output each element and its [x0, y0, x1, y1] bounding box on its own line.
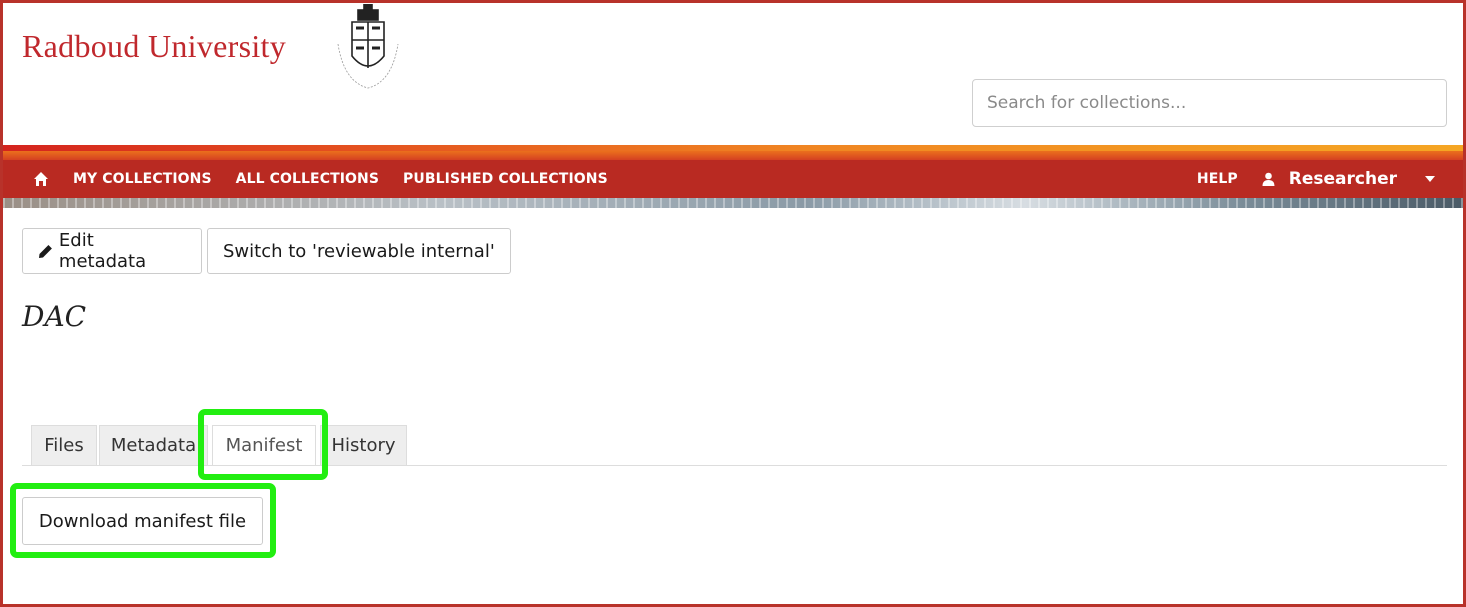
user-icon [1262, 172, 1275, 186]
nav-help[interactable]: HELP [1197, 171, 1238, 187]
tab-history[interactable]: History [320, 425, 407, 465]
header-accent-band [3, 145, 1463, 161]
chevron-down-icon[interactable] [1425, 176, 1435, 182]
nav-my-collections[interactable]: MY COLLECTIONS [73, 171, 212, 187]
university-logo-text[interactable]: Radboud University [22, 28, 286, 65]
tab-metadata[interactable]: Metadata [99, 425, 208, 465]
tab-manifest[interactable]: Manifest [212, 425, 316, 465]
tab-files[interactable]: Files [31, 425, 97, 465]
user-menu-toggle[interactable]: Researcher [1289, 169, 1397, 189]
switch-status-label: Switch to 'reviewable internal' [223, 240, 495, 262]
nav-right-group: HELP Researcher [1173, 160, 1463, 198]
university-seal-icon [337, 4, 399, 89]
nav-published-collections[interactable]: PUBLISHED COLLECTIONS [403, 171, 608, 187]
download-manifest-label: Download manifest file [38, 510, 247, 532]
pencil-icon [38, 244, 52, 258]
collection-title: DAC [22, 300, 87, 333]
edit-metadata-button[interactable]: Edit metadata [22, 228, 202, 274]
main-navbar: MY COLLECTIONS ALL COLLECTIONS PUBLISHED… [3, 160, 1463, 198]
home-icon[interactable] [33, 171, 49, 187]
search-input[interactable] [972, 79, 1447, 127]
tabs-divider [22, 465, 1447, 466]
download-manifest-button[interactable]: Download manifest file [22, 497, 263, 545]
nav-all-collections[interactable]: ALL COLLECTIONS [236, 171, 379, 187]
switch-status-button[interactable]: Switch to 'reviewable internal' [207, 228, 511, 274]
edit-metadata-label: Edit metadata [58, 230, 147, 272]
header-photo-strip [3, 198, 1463, 208]
